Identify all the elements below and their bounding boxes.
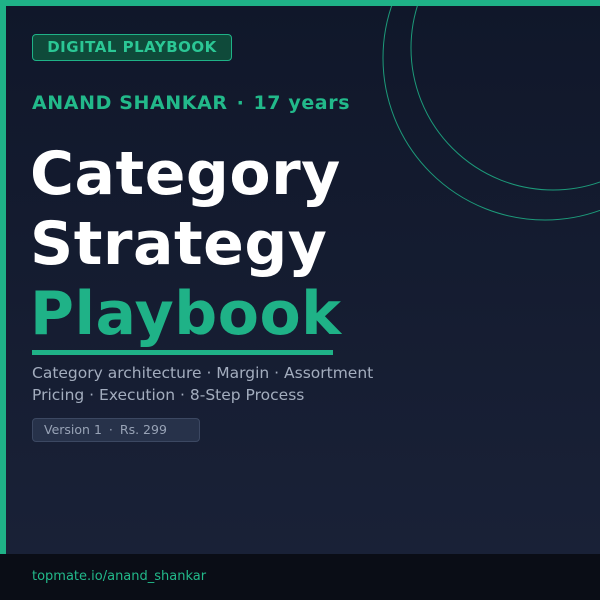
left-accent-bar [0,0,6,554]
version-separator: · [108,422,113,437]
tagline-line-1: Category architecture · Margin · Assortm… [32,364,374,382]
author-separator: · [236,92,245,114]
top-accent-bar [0,0,600,6]
version-label: Version 1 [44,422,102,437]
footer-bar: topmate.io/anand_shankar [0,554,600,600]
title-line-category: Category [30,139,341,209]
author-name: ANAND SHANKAR [32,92,228,114]
author-experience: 17 years [253,92,351,114]
outer-ring [382,0,600,221]
playbook-cover: DIGITAL PLAYBOOK ANAND SHANKAR · 17 years … [0,0,600,600]
title-line-playbook: Playbook [30,279,342,349]
title-underline [32,350,333,355]
topmate-link[interactable]: topmate.io/anand_shankar [32,569,206,585]
inner-ring [410,0,600,191]
title-line-strategy: Strategy [30,209,328,279]
author-line: ANAND SHANKAR · 17 years [32,92,350,114]
version-price-pill: Version 1 · Rs. 299 [32,418,200,442]
price-label: Rs. 299 [119,422,167,437]
digital-playbook-badge: DIGITAL PLAYBOOK [32,34,232,61]
tagline-line-2: Pricing · Execution · 8-Step Process [32,386,305,404]
